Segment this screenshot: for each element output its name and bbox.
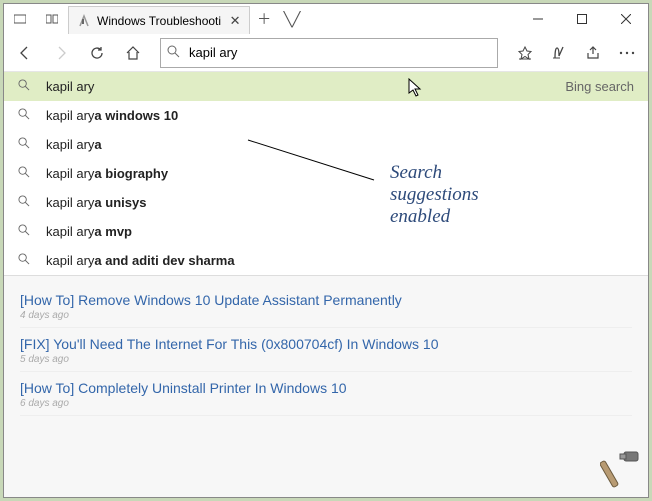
- more-button[interactable]: [610, 36, 644, 70]
- annotation-text: Search suggestions enabled: [390, 162, 479, 228]
- toolbar: [4, 34, 648, 72]
- page-content: [How To] Remove Windows 10 Update Assist…: [4, 276, 648, 497]
- tabs-aside-icon[interactable]: [36, 4, 68, 34]
- search-icon: [18, 166, 36, 181]
- search-input[interactable]: [189, 45, 491, 60]
- post-age: 6 days ago: [20, 398, 632, 409]
- post-item[interactable]: [How To] Completely Uninstall Printer In…: [20, 372, 632, 416]
- suggestion-row[interactable]: kapil arya mvp: [4, 217, 648, 246]
- suggestions-panel: kapil ary Bing search kapil arya windows…: [4, 72, 648, 276]
- post-age: 5 days ago: [20, 354, 632, 365]
- post-age: 4 days ago: [20, 310, 632, 321]
- back-button[interactable]: [8, 36, 42, 70]
- watermark-hammer-icon: [600, 448, 644, 495]
- suggestion-text: kapil arya unisys: [46, 195, 634, 210]
- suggestion-row[interactable]: kapil arya biography: [4, 159, 648, 188]
- suggestion-row[interactable]: kapil arya: [4, 130, 648, 159]
- browser-tab[interactable]: Windows Troubleshooti ✕: [68, 6, 250, 34]
- forward-button[interactable]: [44, 36, 78, 70]
- window-controls: [516, 4, 648, 34]
- search-icon: [18, 108, 36, 123]
- address-bar[interactable]: [160, 38, 498, 68]
- reading-list-button[interactable]: [542, 36, 576, 70]
- search-icon: [18, 137, 36, 152]
- suggestion-text: kapil arya: [46, 137, 634, 152]
- new-tab-button[interactable]: ＋: [250, 9, 278, 29]
- favicon-icon: [77, 14, 91, 28]
- titlebar: Windows Troubleshooti ✕ ＋ ╲╱: [4, 4, 648, 34]
- tab-strip: Windows Troubleshooti ✕ ＋ ╲╱: [4, 4, 516, 34]
- post-item[interactable]: [FIX] You'll Need The Internet For This …: [20, 328, 632, 372]
- suggestion-row[interactable]: kapil arya windows 10: [4, 101, 648, 130]
- post-title[interactable]: [FIX] You'll Need The Internet For This …: [20, 334, 632, 354]
- post-title[interactable]: [How To] Remove Windows 10 Update Assist…: [20, 290, 632, 310]
- search-icon: [18, 253, 36, 268]
- tab-close-icon[interactable]: ✕: [227, 13, 243, 29]
- home-button[interactable]: [116, 36, 150, 70]
- maximize-button[interactable]: [560, 4, 604, 34]
- close-button[interactable]: [604, 4, 648, 34]
- suggestion-text: kapil arya windows 10: [46, 108, 634, 123]
- post-title[interactable]: [How To] Completely Uninstall Printer In…: [20, 378, 632, 398]
- search-icon: [18, 195, 36, 210]
- search-icon: [18, 224, 36, 239]
- minimize-button[interactable]: [516, 4, 560, 34]
- tab-title: Windows Troubleshooti: [97, 14, 221, 28]
- suggestion-text: kapil arya mvp: [46, 224, 634, 239]
- search-icon: [18, 79, 36, 94]
- refresh-button[interactable]: [80, 36, 114, 70]
- tab-chevron-icon[interactable]: ╲╱: [278, 11, 306, 28]
- suggestion-text: kapil arya biography: [46, 166, 634, 181]
- search-icon: [167, 45, 183, 61]
- suggestion-row[interactable]: kapil arya unisys: [4, 188, 648, 217]
- suggestion-row[interactable]: kapil arya and aditi dev sharma: [4, 246, 648, 275]
- post-item[interactable]: [How To] Remove Windows 10 Update Assist…: [20, 284, 632, 328]
- suggestion-text: kapil ary: [46, 79, 565, 94]
- bing-search-label[interactable]: Bing search: [565, 79, 634, 94]
- suggestion-text: kapil arya and aditi dev sharma: [46, 253, 634, 268]
- tab-preview-icon[interactable]: [4, 4, 36, 34]
- suggestion-row[interactable]: kapil ary Bing search: [4, 72, 648, 101]
- browser-window: Windows Troubleshooti ✕ ＋ ╲╱: [3, 3, 649, 498]
- share-button[interactable]: [576, 36, 610, 70]
- favorites-button[interactable]: [508, 36, 542, 70]
